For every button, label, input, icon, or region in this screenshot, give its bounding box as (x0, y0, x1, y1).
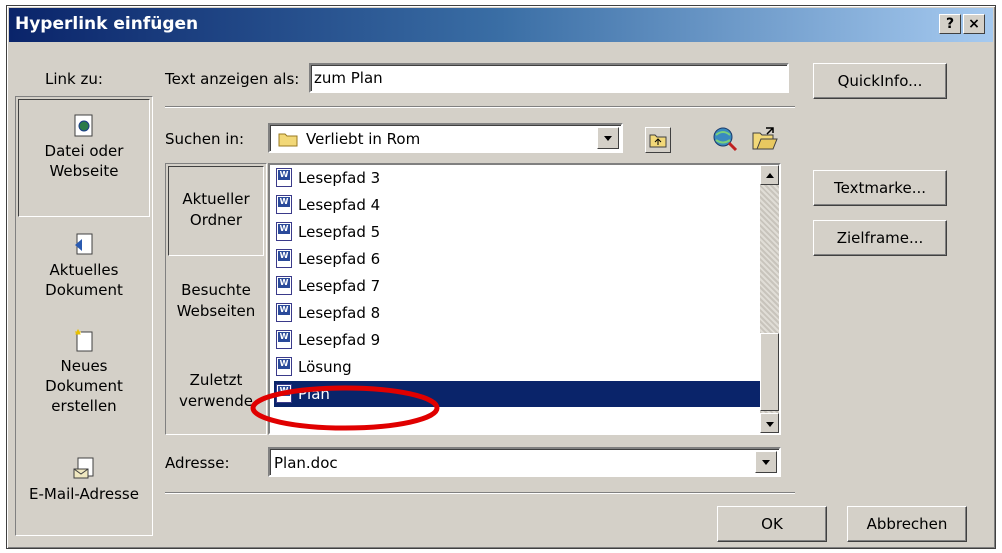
quickinfo-button[interactable]: QuickInfo... (813, 63, 947, 99)
file-list-item[interactable]: Lesepfad 3 (274, 165, 763, 191)
word-document-icon (276, 330, 292, 349)
dialog-title: Hyperlink einfügen (15, 14, 199, 34)
close-button[interactable]: × (963, 14, 985, 34)
place-visited-webpages[interactable]: Besuchte Webseiten (168, 260, 264, 346)
quickinfo-label: QuickInfo... (837, 72, 923, 90)
word-document-icon (276, 249, 292, 268)
title-bar: Hyperlink einfügen ? × (9, 8, 993, 42)
word-document-icon (276, 195, 292, 214)
up-folder-button[interactable] (645, 127, 671, 153)
nav-label-line2: Webseite (49, 162, 119, 180)
nav-email-address[interactable]: E-Mail-Adresse (18, 449, 150, 521)
hyperlink-dialog: Hyperlink einfügen ? × Link zu: Datei od… (6, 5, 996, 549)
ok-label: OK (761, 515, 783, 533)
current-document-icon (75, 233, 93, 255)
display-text-input[interactable]: zum Plan (309, 63, 789, 93)
file-list-item[interactable]: Lesepfad 5 (274, 219, 763, 245)
ok-button[interactable]: OK (717, 506, 827, 542)
nav-new-document[interactable]: Neues Dokument erstellen (18, 323, 150, 433)
word-document-icon (276, 222, 292, 241)
nav-label-line1: Neues (60, 357, 108, 375)
link-to-label: Link zu: (45, 70, 103, 88)
place-current-folder[interactable]: Aktueller Ordner (168, 166, 264, 256)
scrollbar-thumb[interactable] (760, 333, 779, 411)
browse-file-icon (752, 127, 778, 150)
bookmark-label: Textmarke... (834, 179, 926, 197)
highlight-ellipse (250, 385, 440, 431)
close-icon: × (968, 16, 980, 32)
place-label-line2: Ordner (189, 211, 243, 229)
address-label: Adresse: (165, 454, 230, 472)
browse-web-icon (713, 127, 738, 152)
nav-label-line1: Datei oder (44, 142, 124, 160)
file-web-icon (74, 114, 93, 137)
file-name: Lesepfad 8 (298, 304, 381, 322)
address-value: Plan.doc (274, 454, 338, 472)
look-in-label: Suchen in: (165, 130, 245, 148)
nav-label-line1: Aktuelles (49, 261, 119, 279)
link-to-bar: Datei oder Webseite Aktuelles Dokument N… (15, 96, 153, 536)
address-dropdown-button[interactable] (755, 451, 777, 473)
word-document-icon (276, 303, 292, 322)
cancel-button[interactable]: Abbrechen (847, 506, 967, 542)
file-name: Lösung (298, 358, 352, 376)
display-text-label: Text anzeigen als: (165, 70, 300, 88)
nav-label-line3: erstellen (51, 397, 117, 415)
browse-web-button[interactable] (711, 125, 739, 153)
file-list-item[interactable]: Lesepfad 7 (274, 273, 763, 299)
up-folder-icon (649, 134, 667, 148)
file-list-item[interactable]: Lesepfad 4 (274, 192, 763, 218)
address-combobox[interactable]: Plan.doc (268, 447, 781, 477)
file-name: Lesepfad 4 (298, 196, 381, 214)
place-label-line1: Besuchte (181, 281, 251, 299)
file-name: Lesepfad 3 (298, 169, 381, 187)
look-in-dropdown-button[interactable] (597, 127, 619, 149)
folder-icon (278, 133, 298, 147)
target-frame-label: Zielframe... (836, 229, 924, 247)
target-frame-button[interactable]: Zielframe... (813, 220, 947, 256)
file-name: Lesepfad 7 (298, 277, 381, 295)
file-list-scrollbar[interactable] (760, 165, 779, 433)
browse-file-button[interactable] (751, 125, 779, 153)
file-list-item[interactable]: Lesepfad 8 (274, 300, 763, 326)
new-document-icon (75, 329, 93, 352)
chevron-down-icon (604, 136, 612, 141)
cancel-label: Abbrechen (866, 515, 948, 533)
file-list-item[interactable]: Lesepfad 6 (274, 246, 763, 272)
separator (165, 106, 795, 108)
display-text-value: zum Plan (314, 69, 383, 87)
word-document-icon (276, 276, 292, 295)
look-in-combobox[interactable]: Verliebt in Rom (268, 123, 623, 153)
nav-file-or-webpage[interactable]: Datei oder Webseite (18, 99, 150, 217)
file-name: Lesepfad 9 (298, 331, 381, 349)
look-in-value: Verliebt in Rom (306, 130, 421, 148)
separator (165, 492, 795, 494)
help-icon: ? (945, 16, 955, 32)
nav-current-document[interactable]: Aktuelles Dokument (18, 223, 150, 315)
file-list-item[interactable]: Lesepfad 9 (274, 327, 763, 353)
place-label-line1: Aktueller (182, 190, 250, 208)
file-name: Lesepfad 6 (298, 250, 381, 268)
word-document-icon (276, 168, 292, 187)
help-button[interactable]: ? (939, 14, 961, 34)
chevron-down-icon (762, 460, 770, 465)
nav-label-line2: Dokument (45, 377, 123, 395)
chevron-up-icon (766, 173, 774, 178)
file-list-item[interactable]: Lösung (274, 354, 763, 380)
word-document-icon (276, 357, 292, 376)
scroll-down-button[interactable] (760, 413, 779, 433)
bookmark-button[interactable]: Textmarke... (813, 170, 947, 206)
nav-label-line2: Dokument (45, 281, 123, 299)
scroll-up-button[interactable] (760, 165, 779, 185)
file-name: Lesepfad 5 (298, 223, 381, 241)
nav-label-line1: E-Mail-Adresse (29, 485, 139, 503)
chevron-down-icon (766, 422, 774, 427)
place-label-line2: Webseiten (176, 302, 256, 320)
email-icon (73, 457, 94, 479)
